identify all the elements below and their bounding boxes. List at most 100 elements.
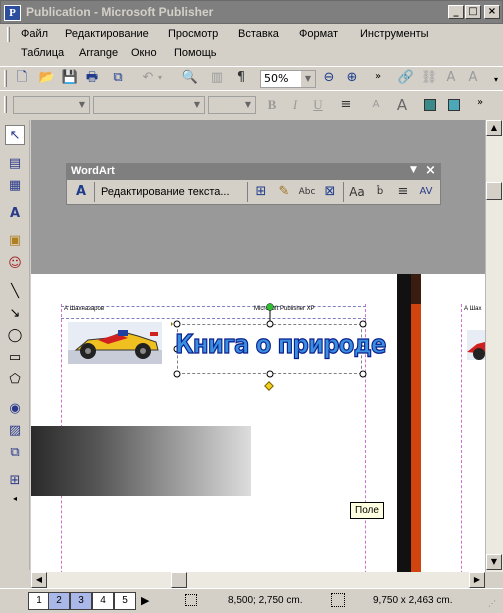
menu-help[interactable]: Помощь <box>174 44 217 63</box>
hscroll-thumb[interactable] <box>171 572 187 588</box>
rectangle-icon[interactable]: ▭ <box>5 348 25 368</box>
hyperlink-icon[interactable]: 🔗 <box>396 68 416 88</box>
wordart-shape-icon[interactable]: Abc <box>297 182 317 202</box>
italic-icon[interactable]: I <box>285 95 305 115</box>
text-style-2-icon[interactable]: A <box>463 68 483 88</box>
scroll-down-icon[interactable]: ▼ <box>486 554 502 570</box>
toolbar-overflow-icon[interactable]: » <box>470 93 490 113</box>
toolbar-overflow-icon[interactable]: » <box>368 67 388 87</box>
edit-text-button[interactable]: Редактирование текста... <box>97 182 249 202</box>
picture-icon[interactable]: ▣ <box>5 231 25 251</box>
columns-icon[interactable]: ▥ <box>207 68 227 88</box>
scroll-up-icon[interactable]: ▲ <box>486 120 502 136</box>
scroll-left-icon[interactable]: ◀ <box>31 572 47 588</box>
menu-table[interactable]: Таблица <box>21 44 64 63</box>
hot-spot-icon[interactable]: ◉ <box>5 399 25 419</box>
horizontal-scrollbar[interactable]: ◀ ▶ <box>31 572 485 588</box>
toolbar-grip[interactable] <box>4 96 7 113</box>
menu-bar: Файл Редактирование Просмотр Вставка Фор… <box>0 24 503 66</box>
pointer-icon[interactable]: ↖ <box>5 125 25 145</box>
fill-color-icon[interactable] <box>420 95 440 115</box>
alignment-icon[interactable]: ≡ <box>393 182 413 202</box>
wordart-toolbar-titlebar[interactable]: WordArt ▼ × <box>67 163 440 180</box>
character-spacing-icon[interactable]: AV <box>416 182 436 202</box>
save-icon[interactable]: 💾 <box>60 68 80 88</box>
text-box-icon[interactable]: ▤ <box>5 154 25 174</box>
unlink-icon[interactable]: ⛓ <box>419 68 439 88</box>
font-size-select[interactable]: ▼ <box>208 96 256 114</box>
page-tab-2[interactable]: 2 <box>48 592 70 610</box>
shrink-font-icon[interactable]: A <box>366 95 386 115</box>
zoom-out-icon[interactable]: ⊖ <box>319 68 339 88</box>
same-letter-heights-icon[interactable]: Aa <box>347 182 367 202</box>
gradient-rectangle[interactable] <box>31 426 251 496</box>
menu-tools[interactable]: Инструменты <box>360 25 429 44</box>
minimize-icon[interactable]: _ <box>448 5 464 19</box>
oval-icon[interactable]: ◯ <box>5 326 25 346</box>
autoshapes-icon[interactable]: ⬠ <box>5 370 25 390</box>
menu-edit[interactable]: Редактирование <box>65 25 149 44</box>
toolbar-dropdown-icon[interactable]: ▾ <box>486 70 503 90</box>
menu-window[interactable]: Окно <box>131 44 157 63</box>
header-left-text[interactable]: А Шахназаров <box>64 306 104 312</box>
3d-style-icon[interactable] <box>444 95 464 115</box>
next-page-icon[interactable]: ▶ <box>141 594 149 607</box>
grow-font-icon[interactable]: A <box>392 95 412 115</box>
scroll-thumb[interactable] <box>486 182 502 200</box>
copy-icon[interactable]: ⧉ <box>108 68 128 88</box>
underline-icon[interactable]: U <box>308 95 328 115</box>
print-icon[interactable]: 🖶 <box>82 68 102 88</box>
undo-dropdown-icon[interactable]: ▾ <box>150 68 170 88</box>
line-icon[interactable]: ╲ <box>5 282 25 302</box>
vertical-scrollbar[interactable]: ▲ ▼ <box>485 120 503 572</box>
page-tab-5[interactable]: 5 <box>114 592 136 610</box>
close-icon[interactable]: × <box>425 163 436 178</box>
menu-insert[interactable]: Вставка <box>238 25 279 44</box>
vertical-text-icon[interactable]: b̂ <box>370 182 390 202</box>
menu-arrange[interactable]: Arrange <box>79 44 118 63</box>
font-select[interactable]: ▼ <box>93 96 205 114</box>
pilcrow-icon[interactable]: ¶ <box>231 68 251 88</box>
zoom-select[interactable]: 50% ▼ <box>260 70 316 88</box>
wordart-object[interactable]: Книга о природе <box>174 326 387 372</box>
maximize-icon[interactable]: □ <box>465 5 481 19</box>
arrow-icon[interactable]: ↘ <box>5 304 25 324</box>
resize-grip-icon[interactable]: ⋰ <box>488 599 496 608</box>
table-icon[interactable]: ▦ <box>5 176 25 196</box>
html-fragment-icon[interactable]: ⧉ <box>5 443 25 463</box>
print-preview-icon[interactable]: 🔍 <box>180 68 200 88</box>
text-style-icon[interactable]: A <box>441 68 461 88</box>
style-select[interactable]: ▼ <box>13 96 90 114</box>
menu-file[interactable]: Файл <box>21 25 48 44</box>
menu-format[interactable]: Формат <box>299 25 338 44</box>
close-icon[interactable]: × <box>484 5 500 19</box>
menu-grip[interactable] <box>7 27 10 42</box>
insert-wordart-icon[interactable]: A <box>71 182 91 202</box>
publisher-app-icon[interactable]: P <box>4 5 21 21</box>
next-page-header[interactable]: А Шах <box>464 306 482 312</box>
wordart-gallery-icon[interactable]: ⊞ <box>251 182 271 202</box>
zoom-in-icon[interactable]: ⊕ <box>342 68 362 88</box>
page-tab-1[interactable]: 1 <box>28 592 50 610</box>
toolbar-options-icon[interactable]: ▼ <box>410 165 417 175</box>
scroll-right-icon[interactable]: ▶ <box>469 572 485 588</box>
align-icon[interactable]: ≡ <box>336 95 356 115</box>
page-tab-3[interactable]: 3 <box>70 592 92 610</box>
page-tab-4[interactable]: 4 <box>92 592 114 610</box>
race-car-image[interactable] <box>68 322 162 364</box>
toolbox-overflow-icon[interactable]: ◂ <box>5 489 25 509</box>
separator <box>94 182 95 202</box>
document-page[interactable]: А Шахназаров Microsoft Publisher XP Книг… <box>31 274 485 572</box>
toolbar-grip[interactable] <box>4 70 7 87</box>
new-icon[interactable]: 🗋 <box>12 68 32 88</box>
format-wordart-icon[interactable]: ✎ <box>274 182 294 202</box>
design-gallery-icon[interactable]: ⊞ <box>5 471 25 491</box>
clip-art-icon[interactable]: ☺ <box>5 254 25 274</box>
wordart-icon[interactable]: A <box>5 204 25 224</box>
menu-view[interactable]: Просмотр <box>168 25 218 44</box>
form-control-icon[interactable]: ▨ <box>5 421 25 441</box>
open-icon[interactable]: 📂 <box>37 68 57 88</box>
next-page-car[interactable] <box>467 330 485 360</box>
bold-icon[interactable]: B <box>262 95 282 115</box>
text-wrapping-icon[interactable]: ⊠ <box>320 182 340 202</box>
